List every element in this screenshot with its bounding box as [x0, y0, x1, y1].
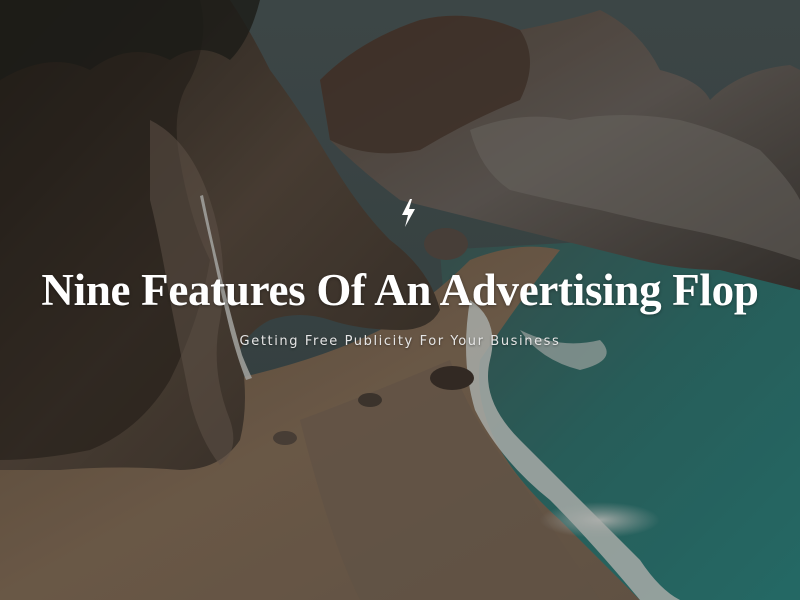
page-title: Nine Features Of An Advertising Flop [41, 265, 759, 315]
bolt-icon[interactable] [398, 198, 418, 228]
hero-content: Nine Features Of An Advertising Flop Get… [0, 0, 800, 600]
page-subtitle: Getting Free Publicity For Your Business [239, 334, 561, 349]
